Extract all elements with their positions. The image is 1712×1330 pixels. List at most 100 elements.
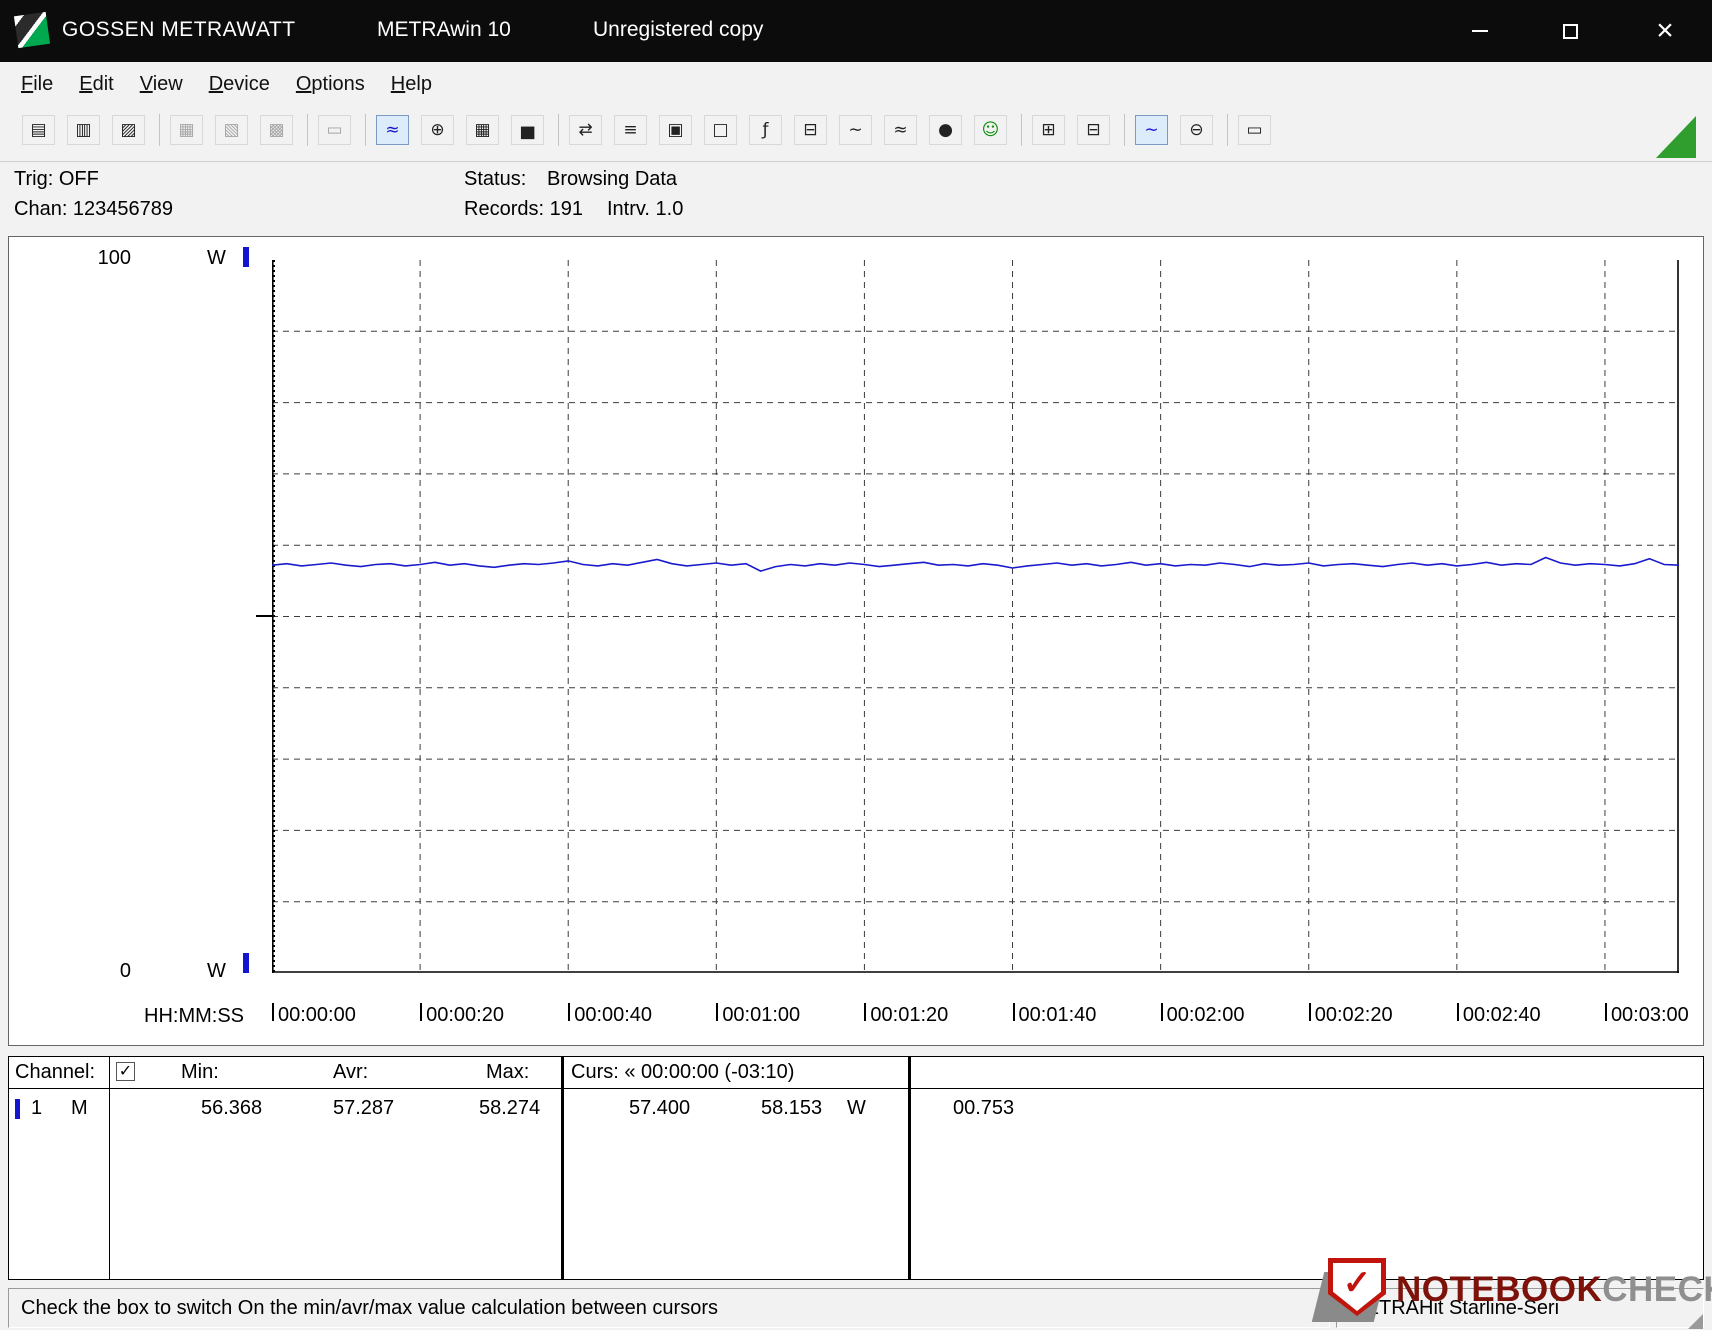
open-file-icon[interactable]: ▨ bbox=[112, 115, 145, 145]
y-axis-mid-tick bbox=[256, 615, 272, 617]
signal-record-icon[interactable]: ≈ bbox=[884, 115, 917, 145]
header-max: Max: bbox=[486, 1061, 529, 1084]
cell-min-value: 56.368 bbox=[201, 1097, 262, 1120]
minimize-button[interactable] bbox=[1455, 14, 1505, 48]
trend-plot bbox=[272, 260, 1679, 973]
save-icon[interactable]: ▤ bbox=[22, 115, 55, 145]
annotation-icon[interactable]: ▭ bbox=[1238, 115, 1271, 145]
menu-device[interactable]: Device bbox=[196, 67, 283, 102]
y-axis-max-unit: W bbox=[207, 247, 226, 270]
x-tick-label: 00:00:00 bbox=[278, 1004, 356, 1027]
app-window: GOSSEN METRAWATT METRAwin 10 Unregistere… bbox=[0, 0, 1712, 1330]
zoom-signal-icon[interactable]: ∼ bbox=[1135, 115, 1168, 145]
watermark-text: NOTEBOOKCHECK bbox=[1396, 1270, 1712, 1310]
y-axis-min-label: 0 bbox=[86, 960, 131, 983]
x-tick-mark bbox=[420, 1003, 422, 1021]
statusbar-message-panel: Check the box to switch On the min/avr/m… bbox=[8, 1288, 1330, 1328]
titlebar: GOSSEN METRAWATT METRAwin 10 Unregistere… bbox=[0, 0, 1712, 62]
records-count: Records: 191 bbox=[464, 198, 583, 221]
menu-options[interactable]: Options bbox=[283, 67, 378, 102]
header-cursors: Curs: « 00:00:00 (-03:10) bbox=[571, 1061, 794, 1084]
x-tick-label: 00:03:00 bbox=[1611, 1004, 1689, 1027]
signal-sample-icon[interactable]: ∼ bbox=[839, 115, 872, 145]
keyboard-entry-icon: ▭ bbox=[318, 115, 351, 145]
save-as-icon[interactable]: ▥ bbox=[67, 115, 100, 145]
export-csv-icon: ▧ bbox=[215, 115, 248, 145]
x-tick-label: 00:01:40 bbox=[1019, 1004, 1097, 1027]
x-tick-mark bbox=[1457, 1003, 1459, 1021]
channel-color-marker-bottom bbox=[243, 953, 249, 973]
menu-help[interactable]: Help bbox=[378, 67, 445, 102]
maximize-icon bbox=[1563, 24, 1578, 39]
table-view-icon[interactable]: ▦ bbox=[466, 115, 499, 145]
menu-edit[interactable]: Edit bbox=[66, 67, 126, 102]
channel-status: Chan: 123456789 bbox=[14, 198, 173, 221]
x-tick-label: 00:02:20 bbox=[1315, 1004, 1393, 1027]
interval-value: Intrv. 1.0 bbox=[607, 198, 683, 221]
menu-file[interactable]: File bbox=[8, 67, 66, 102]
zoom-out-icon[interactable]: ⊖ bbox=[1180, 115, 1213, 145]
toolbar-buttons: ▤▥▨▦▧▩▭≈⊕▦▅⇄≡▣□ƒ⊟∼≈●☺⊞⊟∼⊖▭ bbox=[22, 114, 1283, 146]
green-triangle-icon bbox=[1656, 116, 1696, 158]
table-divider-thick-2 bbox=[908, 1057, 911, 1279]
x-tick-label: 00:00:40 bbox=[574, 1004, 652, 1027]
menu-view[interactable]: View bbox=[127, 67, 196, 102]
chart-panel: 100 W 0 W HH:MM:SS 00:00:0000:00:2000:00… bbox=[8, 236, 1704, 1046]
formula-icon[interactable]: ƒ bbox=[749, 115, 782, 145]
watermark-text-check: CHECK bbox=[1602, 1270, 1712, 1309]
app-title: METRAwin 10 bbox=[377, 18, 511, 42]
meter-clock-icon[interactable]: ● bbox=[929, 115, 962, 145]
trend-view-icon[interactable]: ≈ bbox=[376, 115, 409, 145]
channel-color-marker-top bbox=[243, 247, 249, 267]
device-transfer-icon[interactable]: ≡ bbox=[614, 115, 647, 145]
table-divider-thick-1 bbox=[561, 1057, 564, 1279]
cell-delta-value: 00.753 bbox=[953, 1097, 1014, 1120]
x-axis: HH:MM:SS 00:00:0000:00:2000:00:4000:01:0… bbox=[9, 1003, 1705, 1031]
x-tick-mark bbox=[272, 1003, 274, 1021]
header-min: Min: bbox=[181, 1061, 219, 1084]
x-tick-mark bbox=[1161, 1003, 1163, 1021]
menubar: FileEditViewDeviceOptionsHelp bbox=[0, 62, 1712, 106]
status-panel: Trig: OFF Chan: 123456789 Status: Browsi… bbox=[0, 162, 1712, 236]
toolbar-separator bbox=[159, 114, 160, 146]
close-button[interactable]: × bbox=[1640, 14, 1690, 48]
print-preview-icon[interactable]: ⊞ bbox=[1032, 115, 1065, 145]
toolbar-separator bbox=[365, 114, 366, 146]
x-tick-mark bbox=[864, 1003, 866, 1021]
device-status-icon[interactable]: ☺ bbox=[974, 115, 1007, 145]
xy-view-icon[interactable]: ⊕ bbox=[421, 115, 454, 145]
x-tick-label: 00:02:00 bbox=[1167, 1004, 1245, 1027]
measurement-table: Channel: Min: Avr: Max: Curs: « 00:00:00… bbox=[8, 1056, 1704, 1280]
cell-unit: W bbox=[847, 1097, 866, 1120]
toolbar: ▤▥▨▦▧▩▭≈⊕▦▅⇄≡▣□ƒ⊟∼≈●☺⊞⊟∼⊖▭ bbox=[0, 106, 1712, 162]
header-channel: Channel: bbox=[15, 1061, 95, 1084]
channel-setup-icon[interactable]: ⇄ bbox=[569, 115, 602, 145]
x-tick-mark bbox=[716, 1003, 718, 1021]
y-axis-min-unit: W bbox=[207, 960, 226, 983]
histogram-view-icon[interactable]: ▅ bbox=[511, 115, 544, 145]
toolbar-separator bbox=[1124, 114, 1125, 146]
power-trace bbox=[272, 558, 1679, 572]
x-tick-label: 00:01:00 bbox=[722, 1004, 800, 1027]
device-read-icon[interactable]: ⊟ bbox=[794, 115, 827, 145]
x-tick-mark bbox=[1013, 1003, 1015, 1021]
brand-title: GOSSEN METRAWATT bbox=[62, 18, 296, 42]
table-header-row: Channel: Min: Avr: Max: Curs: « 00:00:00… bbox=[9, 1057, 1703, 1089]
x-tick-mark bbox=[568, 1003, 570, 1021]
x-tick-label: 00:02:40 bbox=[1463, 1004, 1541, 1027]
x-tick-label: 00:00:20 bbox=[426, 1004, 504, 1027]
toolbar-separator bbox=[307, 114, 308, 146]
export-clipboard-icon: ▩ bbox=[260, 115, 293, 145]
toolbar-separator bbox=[1021, 114, 1022, 146]
notebookcheck-watermark: ✓ NOTEBOOKCHECK bbox=[1316, 1256, 1712, 1328]
sequence-setup-icon[interactable]: ▣ bbox=[659, 115, 692, 145]
print-icon[interactable]: ⊟ bbox=[1077, 115, 1110, 145]
cell-channel-mode: M bbox=[71, 1097, 88, 1120]
statusbar-message: Check the box to switch On the min/avr/m… bbox=[21, 1297, 718, 1320]
maximize-button[interactable] bbox=[1545, 14, 1595, 48]
gossen-metrawatt-logo-icon bbox=[14, 12, 50, 48]
trend-plot-area bbox=[272, 260, 1679, 973]
minmax-calc-checkbox[interactable]: ✓ bbox=[116, 1062, 135, 1081]
cell-max-value: 58.274 bbox=[479, 1097, 540, 1120]
monitor-icon[interactable]: □ bbox=[704, 115, 737, 145]
